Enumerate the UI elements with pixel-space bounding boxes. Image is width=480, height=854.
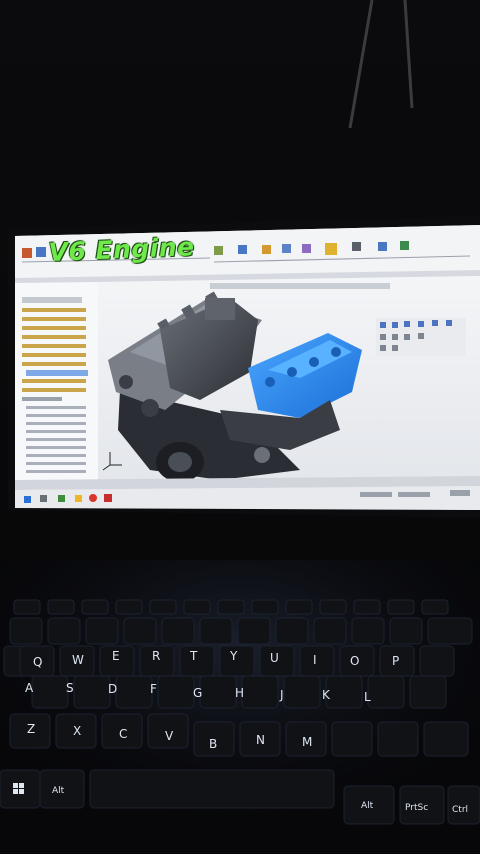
key-t: T — [189, 649, 198, 663]
key-q: Q — [33, 655, 42, 669]
key-j: J — [279, 688, 284, 702]
key-e: E — [112, 649, 120, 663]
laptop-screen — [15, 225, 480, 510]
video-caption: V6 Engine — [48, 232, 196, 267]
key-h: H — [235, 686, 244, 700]
key-c: C — [119, 727, 127, 741]
taskbar — [15, 486, 480, 510]
key-u: U — [270, 651, 279, 665]
key-m: M — [302, 735, 312, 749]
key-a: A — [25, 681, 34, 695]
key-o: O — [350, 654, 359, 668]
key-w: W — [72, 653, 84, 667]
key-prtsc: PrtSc — [405, 803, 428, 813]
key-y: Y — [229, 649, 238, 663]
photo-scene: Q W E R T Y U I O P A S D F G H J K L Z … — [0, 0, 480, 854]
key-z: Z — [27, 722, 35, 736]
key-r: R — [152, 649, 160, 663]
key-l: L — [364, 690, 371, 704]
key-alt-left: Alt — [52, 786, 65, 796]
key-f: F — [150, 682, 157, 696]
key-v: V — [165, 729, 174, 743]
key-b: B — [209, 737, 217, 751]
key-n: N — [256, 733, 265, 747]
key-g: G — [193, 686, 202, 700]
key-i: I — [313, 653, 317, 667]
key-s: S — [66, 681, 74, 695]
key-alt-right: Alt — [361, 801, 374, 811]
key-k: K — [322, 688, 331, 702]
key-ctrl: Ctrl — [452, 805, 468, 815]
key-p: P — [392, 654, 399, 668]
key-d: D — [108, 682, 117, 696]
key-x: X — [73, 724, 81, 738]
